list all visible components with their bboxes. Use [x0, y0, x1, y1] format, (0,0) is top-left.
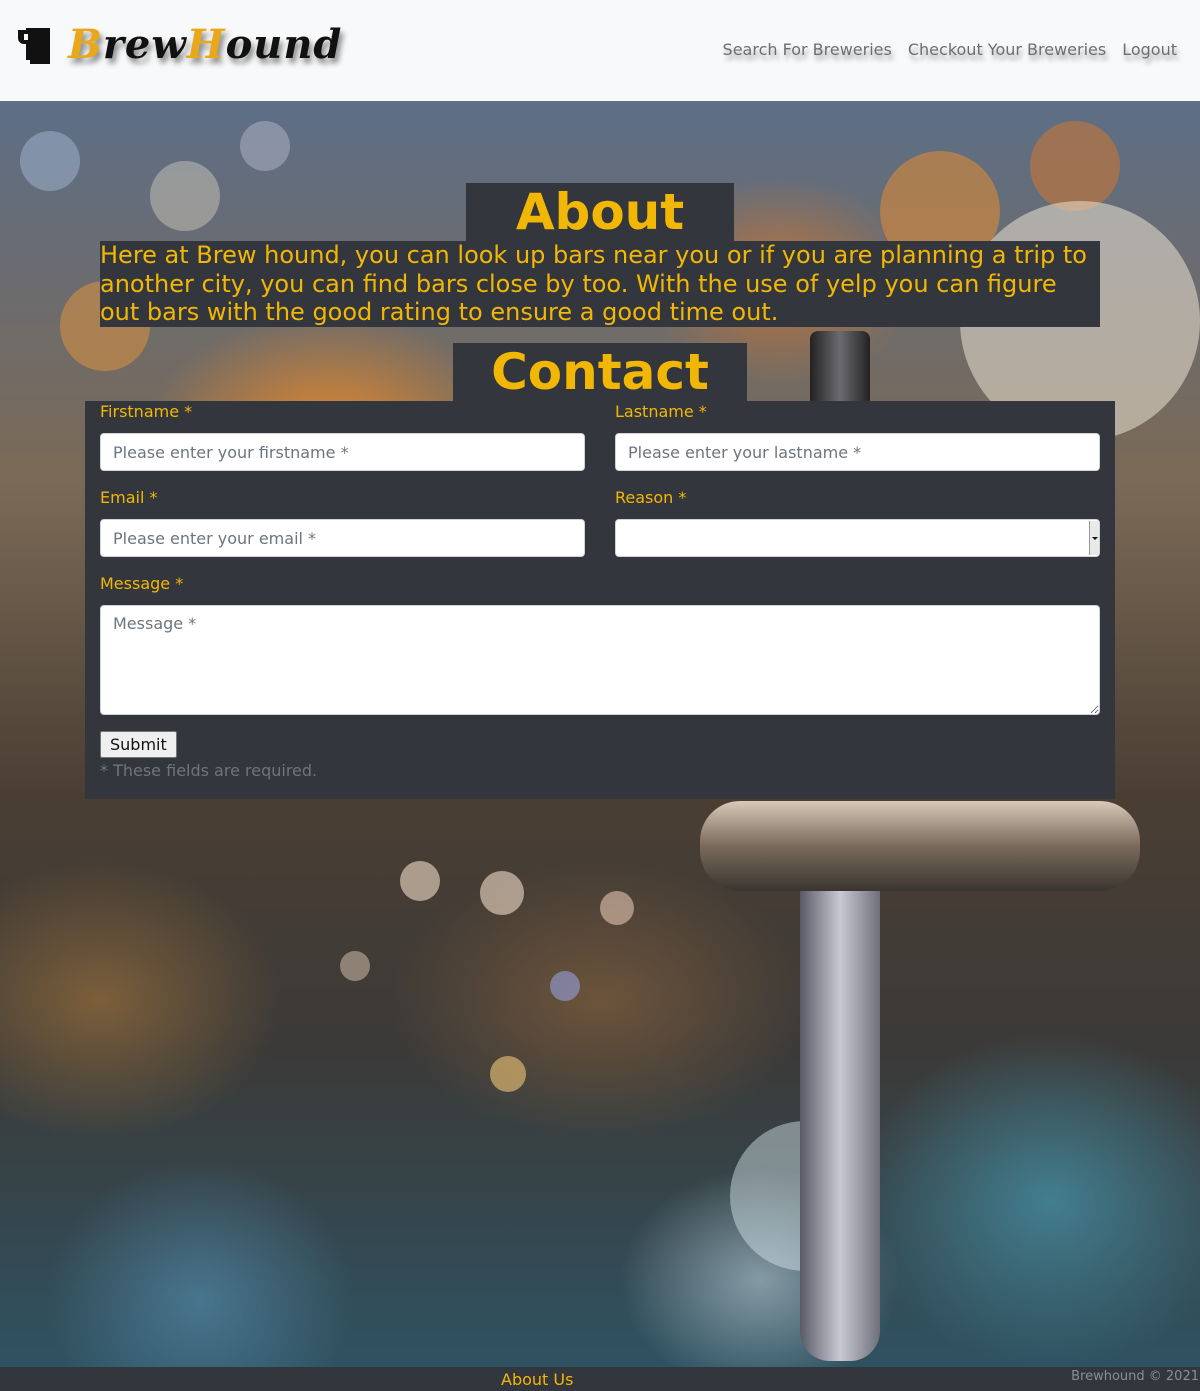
submit-button[interactable]: Submit [100, 731, 177, 758]
footer: About Us Brewhound © 2021 [0, 1367, 1200, 1391]
footer-about-us-link[interactable]: About Us [501, 1370, 573, 1389]
reason-select[interactable] [615, 519, 1100, 557]
footer-copyright: Brewhound © 2021 [1071, 1369, 1199, 1384]
beer-mug-icon [18, 28, 50, 64]
brand-name: BrewHound [68, 21, 343, 68]
email-label: Email * [100, 488, 158, 507]
lastname-input[interactable] [615, 433, 1100, 471]
nav-logout-link[interactable]: Logout [1122, 40, 1177, 59]
nav-checkout-breweries-link[interactable]: Checkout Your Breweries [908, 40, 1106, 59]
brand-logo[interactable]: BrewHound [16, 22, 342, 68]
message-textarea[interactable] [100, 605, 1100, 715]
nav-search-breweries-link[interactable]: Search For Breweries [723, 40, 892, 59]
email-input[interactable] [100, 519, 585, 557]
lastname-label: Lastname * [615, 402, 707, 421]
required-fields-note: * These fields are required. [100, 761, 318, 780]
reason-label: Reason * [615, 488, 687, 507]
about-description: Here at Brew hound, you can look up bars… [100, 241, 1100, 327]
message-label: Message * [100, 574, 184, 593]
navbar: BrewHound Search For Breweries Checkout … [0, 0, 1200, 101]
firstname-input[interactable] [100, 433, 585, 471]
contact-title: Contact Us [453, 343, 747, 459]
firstname-label: Firstname * [100, 402, 193, 421]
nav-links: Search For Breweries Checkout Your Brewe… [723, 40, 1177, 59]
reason-dropdown-arrow-icon[interactable] [1089, 521, 1099, 555]
contact-form: Firstname * Lastname * Email * Reason * … [85, 401, 1115, 799]
about-title: About Us! [466, 183, 734, 299]
